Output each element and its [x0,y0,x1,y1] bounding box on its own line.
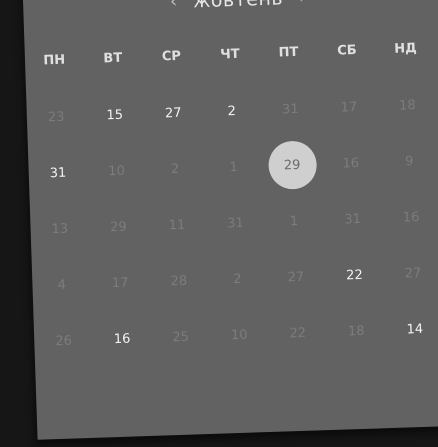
day-cell[interactable]: 2 [145,140,205,198]
day-number: 15 [106,107,124,123]
day-cell[interactable]: 31 [260,80,320,138]
day-number: 22 [289,325,307,341]
day-cell[interactable]: 31 [322,190,382,248]
weekday-label: ВТ [103,50,123,67]
selected-day-cell[interactable]: 29 [262,136,322,194]
day-number: 2 [170,161,180,177]
month-title: жовтень [193,0,284,12]
day-number: 18 [347,323,365,339]
day-cell[interactable]: 2 [207,250,267,308]
weekday-label: ЧТ [219,46,240,63]
day-number: 2 [227,103,237,119]
calendar-panel: ‹ жовтень › ПН ВТ СР ЧТ ПТ СБ НД 2315272… [22,0,438,440]
day-cell[interactable]: 15 [85,86,145,144]
day-number: 16 [113,331,131,347]
day-number: 16 [342,155,360,171]
day-number: 22 [345,267,363,283]
day-number: 16 [402,209,420,226]
day-cell[interactable]: 14 [385,300,438,358]
weekday-label: СР [161,48,182,65]
day-number: 31 [226,215,245,231]
day-number: 26 [55,333,73,349]
day-cell[interactable]: 18 [377,76,437,134]
day-cell[interactable]: 22 [268,304,328,362]
day-cell[interactable]: 17 [90,254,150,312]
day-number: 27 [287,269,305,285]
day-cell[interactable]: 23 [26,88,86,146]
day-number: 11 [168,217,186,233]
day-number: 1 [229,159,239,175]
chevron-right-icon[interactable]: › [299,0,307,8]
weekday-label: ПТ [278,44,299,61]
weekday-label: ПН [43,52,66,69]
day-cell[interactable]: 18 [326,302,386,360]
day-cell[interactable]: 16 [321,134,381,192]
day-cell[interactable]: 27 [383,244,438,302]
chevron-left-icon[interactable]: ‹ [170,0,178,12]
day-number: 2 [232,271,242,287]
day-grid: 23 15 27 2 31 17 18 31 10 2 1 29 16 9 13 29 11 31 1 31 16 4 17… [26,76,438,369]
day-cell[interactable]: 16 [92,310,152,368]
day-cell[interactable]: 1 [203,138,263,196]
day-cell[interactable]: 27 [266,248,326,306]
day-number: 23 [47,109,65,125]
day-cell[interactable]: 28 [149,252,209,310]
day-cell[interactable]: 1 [264,192,324,250]
day-number: 29 [109,219,127,235]
day-cell[interactable]: 9 [379,132,438,190]
day-cell[interactable]: 2 [202,82,262,140]
day-number: 4 [57,277,67,293]
day-number: 31 [49,165,67,181]
day-number: 31 [344,211,362,227]
day-cell[interactable]: 4 [32,256,92,314]
calendar-header: ‹ жовтень › [23,0,438,22]
day-number: 10 [108,163,126,179]
day-number: 25 [172,329,190,345]
day-cell[interactable]: 29 [88,198,148,256]
day-cell[interactable]: 10 [209,306,269,364]
day-cell[interactable]: 11 [147,196,207,254]
day-cell[interactable]: 10 [86,142,146,200]
day-cell[interactable]: 25 [150,308,210,366]
day-number: 28 [170,273,188,289]
day-number: 9 [404,153,414,169]
day-number: 10 [230,327,248,343]
weekday-label: НД [394,40,418,57]
weekday-label: СБ [337,42,357,59]
day-cell[interactable]: 17 [319,78,379,136]
day-cell[interactable]: 22 [324,246,384,304]
day-number: 29 [267,140,317,190]
day-number: 27 [404,265,422,281]
day-number: 27 [164,105,182,121]
day-cell[interactable]: 13 [30,200,90,258]
day-cell[interactable]: 27 [143,84,203,142]
day-cell[interactable]: 31 [28,144,88,202]
day-number: 1 [289,213,299,229]
day-number: 13 [51,221,69,237]
day-cell[interactable]: 26 [33,312,93,370]
weekday-row: ПН ВТ СР ЧТ ПТ СБ НД [25,40,435,69]
day-number: 17 [111,275,129,291]
day-number: 31 [281,101,299,117]
screen: ‹ жовтень › ПН ВТ СР ЧТ ПТ СБ НД 2315272… [0,0,438,447]
day-cell[interactable]: 31 [205,194,265,252]
day-cell[interactable]: 16 [381,188,438,246]
day-number: 17 [340,99,358,116]
day-number: 14 [406,321,424,337]
day-number: 18 [398,97,416,114]
